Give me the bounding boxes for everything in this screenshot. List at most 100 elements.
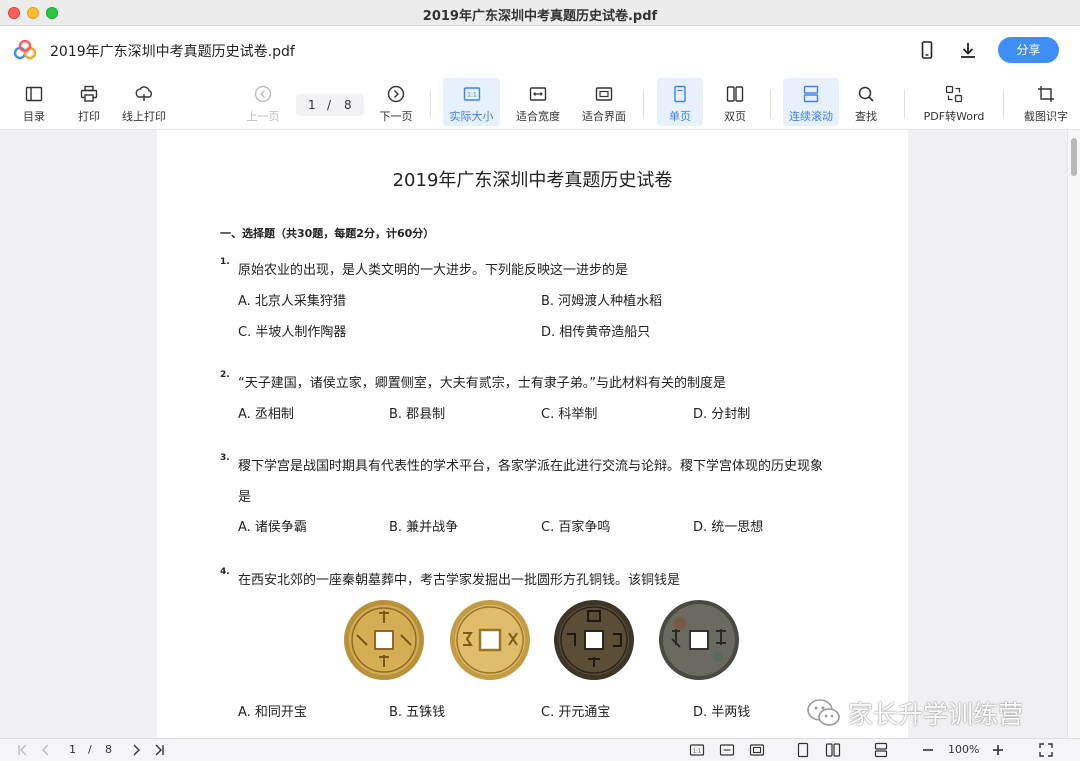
toolbar-divider [770,90,771,118]
fullscreen-icon[interactable] [1038,742,1054,758]
continuous-scroll-button[interactable]: 连续滚动 [783,78,839,126]
watermark-text: 家长升学训练营 [848,700,1024,729]
vertical-scrollbar[interactable] [1067,130,1080,738]
question-number: 3. [220,453,230,463]
fit-width-icon [529,87,547,101]
option: A. 诸侯争霸 [238,520,307,535]
status-bar: 1 / 8 1:1 100% [0,738,1080,761]
status-current-page[interactable]: 1 [69,743,76,756]
prev-page-button[interactable]: 上一页 [243,78,283,126]
mobile-icon[interactable] [917,40,937,60]
single-page-icon [674,85,686,103]
page-number-input[interactable]: 1 / 8 [296,94,364,116]
zoom-out-icon[interactable] [920,742,936,758]
chevron-left-icon[interactable] [38,742,54,758]
option: C. 半坡人制作陶器 [238,325,347,340]
wechat-icon [807,699,840,726]
question-text: “天子建国，诸侯立家，卿置侧室，大夫有贰宗，士有隶子弟。”与此材料有关的制度是 [238,376,726,391]
status-page-separator: / [88,743,92,756]
fit-page-icon[interactable] [749,742,765,758]
current-page: 1 [308,98,316,112]
zoom-in-icon[interactable] [990,742,1006,758]
question-number: 1. [220,257,230,267]
total-pages: 8 [344,98,352,112]
fit-width-icon[interactable] [719,742,735,758]
crop-icon [1038,86,1054,102]
single-page-icon[interactable] [795,742,811,758]
option: A. 丞相制 [238,407,294,422]
option: C. 开元通宝 [541,705,611,720]
last-page-icon[interactable] [151,742,167,758]
question-text: 在西安北郊的一座秦朝墓葬中，考古学家发掘出一批圆形方孔铜钱。该铜钱是 [238,573,681,588]
question-text: 原始农业的出现，是人类文明的一大进步。下列能反映这一进步的是 [238,263,629,278]
option: D. 分封制 [693,407,751,422]
svg-text:1:1: 1:1 [693,749,701,755]
question-text-continued: 是 [238,490,252,505]
ocr-button[interactable]: 截图识字 [1018,78,1074,126]
option: D. 半两钱 [693,705,751,720]
option: B. 河姆渡人种植水稻 [541,294,663,309]
actual-size-icon: 1:1 [463,87,480,101]
toolbar-divider [904,90,905,118]
chevron-right-icon[interactable] [128,742,144,758]
main-toolbar: 目录 打印 线上打印 上一页 1 / 8 下一页 1:1 实际大小 适合宽度 适… [0,74,1080,130]
paper-title: 2019年广东深圳中考真题历史试卷 [392,170,673,191]
option: B. 五铢钱 [389,705,446,720]
pdf-page: 2019年广东深圳中考真题历史试卷 一、选择题（共30题，每题2分，计60分） … [157,130,908,738]
option: C. 百家争鸣 [541,520,611,535]
actual-size-button[interactable]: 1:1 实际大小 [443,78,500,126]
online-print-button[interactable]: 线上打印 [119,78,169,126]
share-button[interactable]: 分享 [998,37,1059,63]
section-heading: 一、选择题（共30题，每题2分，计60分） [220,227,435,240]
pdf-to-word-button[interactable]: PDF转Word [918,78,990,126]
download-icon[interactable] [958,40,978,60]
fit-page-button[interactable]: 适合界面 [578,78,630,126]
fit-width-button[interactable]: 适合宽度 [513,78,563,126]
coin-image [450,600,530,680]
option: D. 相传黄帝造船只 [541,325,651,340]
page-separator: / [327,98,332,112]
scrollbar-thumb[interactable] [1071,138,1077,176]
window-title: 2019年广东深圳中考真题历史试卷.pdf [422,9,658,24]
convert-icon [945,85,963,103]
option: A. 北京人采集狩猎 [238,294,346,309]
find-button[interactable]: 查找 [846,78,886,126]
chevron-right-circle-icon [387,85,405,103]
double-page-button[interactable]: 双页 [712,78,758,126]
option: C. 科举制 [541,407,598,422]
print-button[interactable]: 打印 [69,78,109,126]
printer-icon [80,85,98,102]
zoom-level: 100% [948,743,980,756]
toc-button[interactable]: 目录 [14,78,54,126]
option: D. 统一思想 [693,520,764,535]
option: A. 和同开宝 [238,705,307,720]
actual-size-icon[interactable]: 1:1 [689,742,705,758]
coin-image [659,600,739,680]
first-page-icon[interactable] [15,742,31,758]
question-number: 4. [220,567,230,577]
option: B. 兼并战争 [389,520,459,535]
document-viewer[interactable]: 2019年广东深圳中考真题历史试卷 一、选择题（共30题，每题2分，计60分） … [0,130,1080,738]
svg-text:1:1: 1:1 [467,92,477,99]
watermark: 家长升学训练营 [806,695,1023,731]
continuous-scroll-icon [803,85,819,103]
single-page-button[interactable]: 单页 [657,78,703,126]
cloud-print-icon [135,86,153,101]
document-title: 2019年广东深圳中考真题历史试卷.pdf [50,44,295,60]
continuous-scroll-icon[interactable] [873,742,889,758]
double-page-icon[interactable] [825,742,841,758]
option: B. 郡县制 [389,407,446,422]
chevron-left-circle-icon [254,85,272,103]
toolbar-divider [1003,90,1004,118]
toolbar-divider [430,90,431,118]
app-logo-icon [13,40,37,60]
double-page-icon [726,86,744,102]
app-header: 2019年广东深圳中考真题历史试卷.pdf 分享 [0,26,1080,74]
window-titlebar: 2019年广东深圳中考真题历史试卷.pdf [0,0,1080,26]
fit-page-icon [595,87,613,101]
toolbar-divider [643,90,644,118]
next-page-button[interactable]: 下一页 [376,78,416,126]
coin-image [554,600,634,680]
status-total-pages: 8 [105,743,112,756]
coin-image [344,600,424,680]
